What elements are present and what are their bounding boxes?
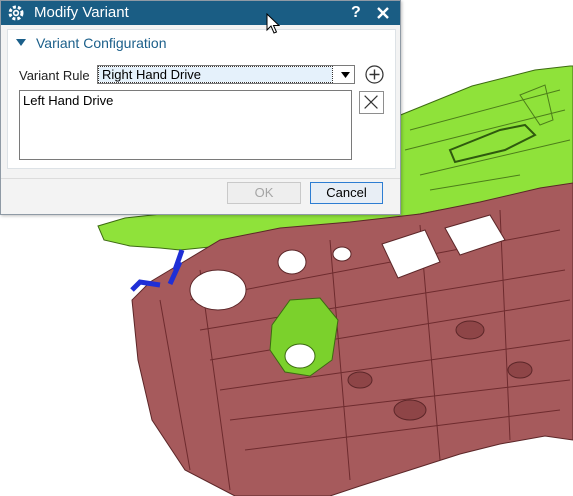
dialog-titlebar[interactable]: Modify Variant ? bbox=[1, 1, 400, 25]
variant-configuration-group: Variant Configuration Variant Rule Right… bbox=[7, 29, 396, 169]
gear-icon bbox=[8, 5, 24, 21]
modify-variant-dialog: Modify Variant ? Variant Configuration V… bbox=[0, 0, 401, 215]
help-button[interactable]: ? bbox=[351, 3, 361, 23]
variant-rule-label: Variant Rule bbox=[19, 68, 90, 83]
model-bolt bbox=[507, 361, 533, 379]
variant-rule-value: Right Hand Drive bbox=[98, 66, 333, 83]
plus-circle-icon[interactable] bbox=[364, 64, 385, 85]
model-bolt bbox=[393, 399, 427, 421]
model-bolt bbox=[347, 371, 373, 389]
close-icon[interactable] bbox=[375, 5, 391, 21]
divider bbox=[1, 178, 400, 179]
dialog-title: Modify Variant bbox=[34, 4, 129, 21]
mouse-pointer-icon bbox=[266, 13, 280, 34]
variant-list[interactable]: Left Hand Drive bbox=[19, 90, 352, 160]
cancel-button[interactable]: Cancel bbox=[310, 182, 383, 204]
chevron-down-icon bbox=[341, 72, 350, 78]
triangle-down-icon[interactable] bbox=[16, 39, 26, 47]
ok-button[interactable]: OK bbox=[227, 182, 301, 204]
remove-button[interactable] bbox=[359, 91, 384, 114]
list-item[interactable]: Left Hand Drive bbox=[20, 91, 351, 110]
model-hole bbox=[277, 249, 307, 275]
model-bolt bbox=[455, 320, 485, 340]
variant-rule-dropdown[interactable]: Right Hand Drive bbox=[97, 65, 355, 84]
x-icon bbox=[364, 95, 378, 109]
model-hole bbox=[332, 246, 352, 262]
section-title[interactable]: Variant Configuration bbox=[36, 35, 166, 52]
model-cup-hole bbox=[284, 343, 316, 369]
model-hole bbox=[189, 269, 247, 311]
